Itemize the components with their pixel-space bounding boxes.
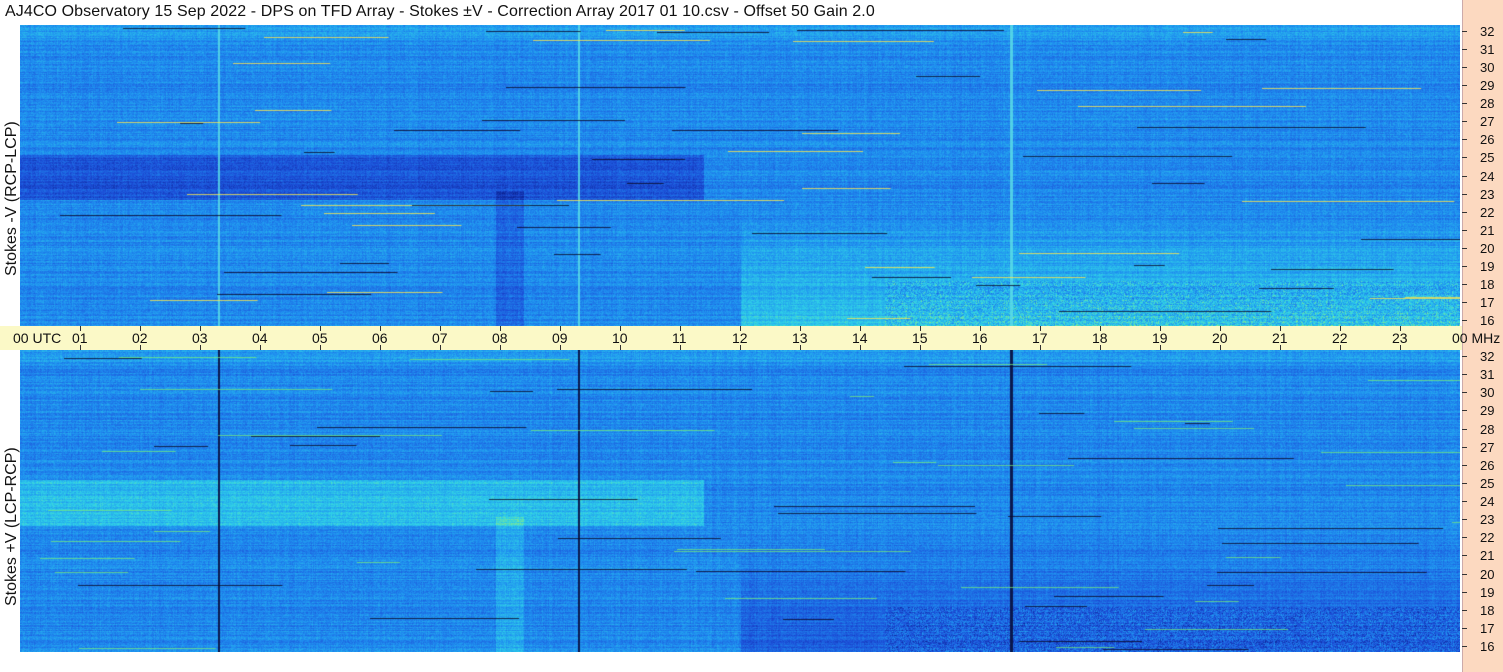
y-axis-tick: [1462, 591, 1467, 593]
x-axis-tick-label: 08: [492, 330, 508, 346]
y-axis-tick-label: 30: [1480, 385, 1495, 401]
y-axis-tick: [1462, 157, 1467, 159]
y-axis-tick-label: 25: [1480, 150, 1495, 166]
y-axis-tick-label: 22: [1480, 204, 1495, 220]
x-axis-tick-label: 07: [432, 330, 448, 346]
x-axis-tick-label: 16: [972, 330, 988, 346]
y-axis-tick-label: 21: [1480, 222, 1495, 238]
y-axis-tick-label: 20: [1480, 240, 1495, 256]
y-axis-tick: [1462, 211, 1467, 213]
y-axis-tick-label: 19: [1480, 258, 1495, 274]
x-axis-tick-label: 20: [1212, 330, 1228, 346]
y-axis-tick: [1462, 537, 1467, 539]
y-axis-tick: [1462, 85, 1467, 87]
y-axis-tick: [1462, 609, 1467, 611]
time-axis-bar: [0, 326, 1462, 350]
x-axis-tick-label: 12: [732, 330, 748, 346]
y-axis-tick-label: 16: [1480, 313, 1495, 328]
x-axis-tick-label: 13: [792, 330, 808, 346]
y-axis-tick-label: 31: [1480, 42, 1495, 58]
y-axis-tick-label: 28: [1480, 421, 1495, 437]
x-axis-tick-label: 04: [252, 330, 268, 346]
y-axis-tick: [1462, 193, 1467, 195]
y-axis-tick-label: 26: [1480, 132, 1495, 148]
y-axis-tick: [1462, 67, 1467, 69]
y-axis-tick: [1462, 646, 1467, 647]
bottom-panel-ylabel: Stokes +V (LCP-RCP): [3, 447, 20, 606]
y-axis-tick: [1462, 229, 1467, 231]
spectrogram-bottom: [20, 350, 1460, 652]
y-axis-tick: [1462, 501, 1467, 502]
y-axis-tick: [1462, 464, 1467, 466]
x-axis-tick-label: 17: [1032, 330, 1048, 346]
y-axis-tick: [1462, 392, 1467, 394]
x-axis-tick-label: 22: [1332, 330, 1348, 346]
y-axis-tick: [1462, 175, 1467, 177]
y-axis-tick: [1462, 31, 1467, 32]
y-axis-tick: [1462, 247, 1467, 249]
y-axis-tick: [1462, 519, 1467, 521]
y-axis-tick-label: 24: [1480, 494, 1495, 509]
y-axis-tick-label: 29: [1480, 403, 1495, 419]
y-axis-tick: [1462, 139, 1467, 141]
x-axis-tick-label: 01: [72, 330, 88, 346]
x-axis-tick-label: 15: [912, 330, 928, 346]
y-axis-tick-label: 23: [1480, 512, 1495, 528]
x-axis-tick-label: 14: [852, 330, 868, 346]
y-axis-tick: [1462, 301, 1467, 303]
x-axis-tick-label: 23: [1392, 330, 1408, 346]
x-axis-tick-label: 11: [672, 330, 687, 346]
y-axis-tick-label: 28: [1480, 96, 1495, 112]
y-axis-tick-label: 18: [1480, 276, 1495, 292]
y-axis-tick: [1462, 428, 1467, 430]
spectrogram-top: [20, 25, 1460, 326]
top-panel-ylabel: Stokes -V (RCP-LCP): [3, 121, 20, 276]
y-axis-tick: [1462, 356, 1467, 357]
y-axis-tick-label: 25: [1480, 475, 1495, 491]
y-axis-tick-label: 32: [1480, 24, 1495, 39]
x-axis-tick-label: 03: [192, 330, 208, 346]
y-axis-tick-label: 29: [1480, 78, 1495, 94]
x-axis-tick-label: 21: [1272, 330, 1288, 346]
y-axis-tick-label: 17: [1480, 294, 1495, 310]
y-axis-tick-label: 16: [1480, 639, 1495, 654]
y-axis-tick: [1462, 410, 1467, 412]
y-axis-tick-label: 20: [1480, 566, 1495, 582]
y-axis-tick-label: 23: [1480, 186, 1495, 202]
y-axis-tick: [1462, 49, 1467, 51]
x-axis-tick-label: 18: [1092, 330, 1108, 346]
y-axis-tick: [1462, 121, 1467, 123]
x-axis-tick-label: 05: [312, 330, 328, 346]
y-axis-tick-label: 17: [1480, 620, 1495, 636]
x-axis-tick-label: 02: [132, 330, 148, 346]
y-axis-tick-label: 27: [1480, 114, 1495, 130]
y-axis-tick-label: 24: [1480, 168, 1495, 184]
y-axis-tick-label: 32: [1480, 349, 1495, 364]
y-axis-tick-label: 19: [1480, 584, 1495, 600]
x-axis-tick-label: 06: [372, 330, 388, 346]
y-axis-tick-label: 21: [1480, 548, 1495, 564]
y-axis-tick: [1462, 103, 1467, 105]
y-axis-tick: [1462, 320, 1467, 321]
y-axis-tick: [1462, 627, 1467, 629]
x-axis-tick-label: 09: [552, 330, 568, 346]
y-axis-tick-label: 27: [1480, 439, 1495, 455]
y-axis-tick-label: 18: [1480, 602, 1495, 618]
y-axis-tick: [1462, 446, 1467, 448]
y-axis-tick: [1462, 265, 1467, 267]
y-axis-tick-label: 26: [1480, 457, 1495, 473]
y-axis-tick-label: 31: [1480, 367, 1495, 383]
x-axis-end-label: 00 MHz: [1452, 330, 1501, 346]
y-axis-tick: [1462, 573, 1467, 575]
x-axis-tick-label: 19: [1152, 330, 1168, 346]
chart-title: AJ4CO Observatory 15 Sep 2022 - DPS on T…: [5, 3, 875, 20]
y-axis-tick: [1462, 374, 1467, 376]
y-axis-tick: [1462, 283, 1467, 285]
x-axis-start-label: 00 UTC: [13, 330, 62, 346]
y-axis-tick-label: 22: [1480, 530, 1495, 546]
y-axis-tick-label: 30: [1480, 60, 1495, 76]
y-axis-tick: [1462, 482, 1467, 484]
x-axis-tick-label: 10: [612, 330, 628, 346]
y-axis-tick: [1462, 555, 1467, 557]
